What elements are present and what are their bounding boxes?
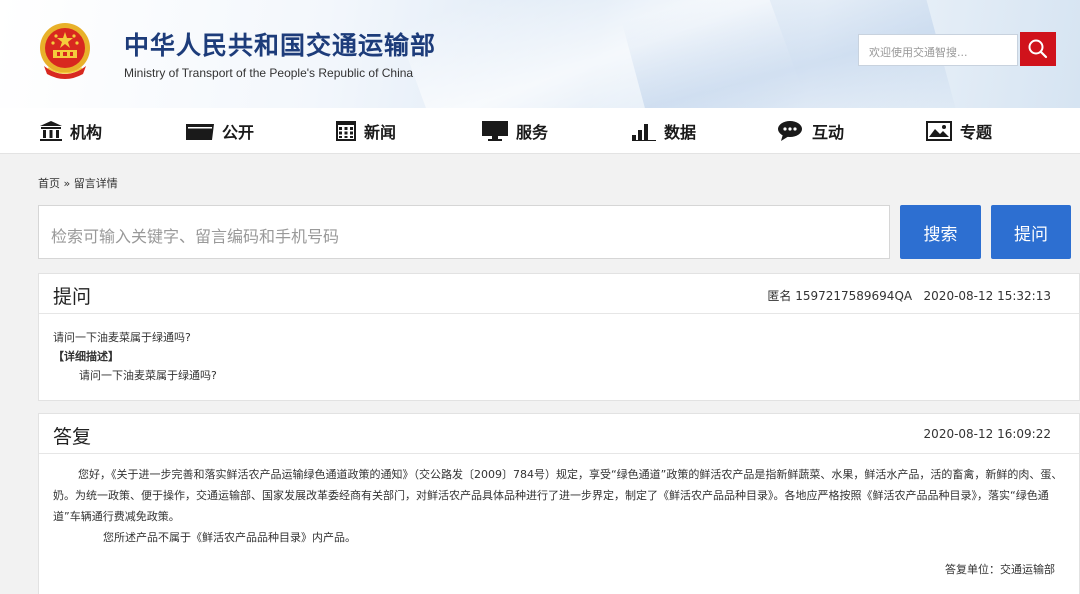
answer-panel: 答复 2020-08-12 16:09:22 您好，《关于进一步完善和落实鲜活农… [38, 413, 1080, 594]
search-button[interactable]: 搜索 [900, 205, 981, 259]
question-body: 请问一下油麦菜属于绿通吗? 【详细描述】 请问一下油麦菜属于绿通吗? [39, 314, 1079, 399]
nav-item-gongkai[interactable]: 公开 [186, 120, 254, 142]
monitor-icon [482, 121, 508, 141]
calendar-grid-icon [336, 121, 356, 141]
answer-heading: 答复 [53, 426, 92, 448]
site-search-button[interactable] [1020, 32, 1056, 66]
site-header: 中华人民共和国交通运输部 Ministry of Transport of th… [0, 0, 1080, 108]
breadcrumb[interactable]: 首页 » 留言详情 [38, 175, 118, 191]
image-icon [926, 121, 952, 141]
question-text: 请问一下油麦菜属于绿通吗? [53, 331, 191, 344]
answer-body: 您好，《关于进一步完善和落实鲜活农产品运输绿色通道政策的通知》（交公路发〔200… [39, 454, 1079, 580]
site-search-input[interactable]: 欢迎使用交通智搜... [858, 34, 1018, 66]
nav-item-jigou[interactable]: 机构 [40, 120, 102, 142]
site-title: 中华人民共和国交通运输部 [124, 31, 437, 60]
search-icon [1028, 39, 1048, 59]
building-icon [40, 121, 62, 141]
message-search-input[interactable]: 检索可输入关键字、留言编码和手机号码 [38, 205, 890, 259]
answer-header: 答复 2020-08-12 16:09:22 [39, 414, 1079, 454]
nav-item-xinwen[interactable]: 新闻 [336, 120, 396, 142]
national-emblem-icon[interactable] [38, 22, 92, 80]
question-heading: 提问 [53, 286, 92, 308]
question-header: 提问 匿名 1597217589694QA 2020-08-12 15:32:1… [39, 274, 1079, 314]
answer-time: 2020-08-12 16:09:22 [923, 427, 1051, 441]
site-subtitle: Ministry of Transport of the People's Re… [124, 66, 414, 80]
answer-paragraph: 您好，《关于进一步完善和落实鲜活农产品运输绿色通道政策的通知》（交公路发〔200… [53, 468, 1063, 523]
nav-item-zhuanti[interactable]: 专题 [926, 120, 992, 142]
answer-paragraph: 您所述产品不属于《鲜活农产品品种目录》内产品。 [103, 531, 356, 544]
nav-item-fuwu[interactable]: 服务 [482, 120, 548, 142]
nav-label: 新闻 [364, 123, 397, 142]
nav-label: 公开 [222, 123, 255, 142]
folder-icon [186, 124, 214, 140]
chat-bubble-icon [778, 121, 802, 141]
ask-button[interactable]: 提问 [991, 205, 1071, 259]
nav-label: 机构 [70, 123, 103, 142]
answer-unit: 答复单位：交通运输部 [945, 563, 1055, 576]
detail-label: 【详细描述】 [53, 350, 119, 363]
nav-item-shuju[interactable]: 数据 [632, 120, 696, 142]
main-nav: 机构 公开 新闻 服务 数据 互动 专题 [0, 108, 1080, 154]
nav-item-hudong[interactable]: 互动 [778, 120, 844, 142]
question-panel: 提问 匿名 1597217589694QA 2020-08-12 15:32:1… [38, 273, 1080, 401]
question-meta: 匿名 1597217589694QA 2020-08-12 15:32:13 [767, 289, 1051, 303]
nav-label: 服务 [516, 123, 549, 142]
nav-label: 数据 [664, 123, 697, 142]
bar-chart-icon [632, 124, 656, 141]
detail-text: 请问一下油麦菜属于绿通吗? [79, 369, 217, 382]
nav-label: 互动 [812, 123, 845, 142]
nav-label: 专题 [960, 123, 993, 142]
